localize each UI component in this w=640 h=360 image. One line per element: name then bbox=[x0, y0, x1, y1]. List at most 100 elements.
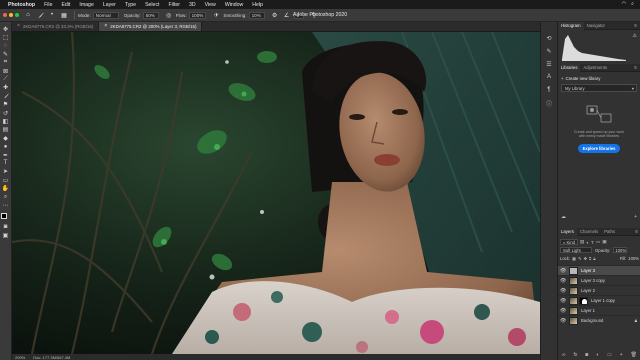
smoothing-settings-icon[interactable]: ⚙ bbox=[270, 11, 280, 20]
lock-all-icon[interactable]: 🔒︎ bbox=[593, 256, 595, 261]
wifi-icon[interactable]: ◠ bbox=[622, 1, 627, 8]
foreground-color-swatch[interactable] bbox=[0, 212, 7, 219]
layer-row[interactable]: 👁︎ Layer 3 bbox=[558, 265, 640, 275]
frame-tool-icon[interactable]: ⊠ bbox=[1, 67, 10, 75]
panel-menu-icon[interactable]: ≡ bbox=[635, 229, 640, 235]
new-group-icon[interactable]: ▭ bbox=[607, 352, 612, 358]
home-icon[interactable]: ⌂ bbox=[23, 11, 33, 20]
move-tool-icon[interactable]: ✥ bbox=[1, 25, 10, 33]
layer-name[interactable]: Layer 2 bbox=[581, 288, 595, 293]
adjustment-filter-icon[interactable]: ◐ bbox=[586, 240, 589, 245]
layer-opacity-input[interactable]: 100% bbox=[613, 247, 628, 253]
brush-presets-icon[interactable]: ✎ bbox=[545, 47, 554, 55]
history-icon[interactable]: ⟲ bbox=[545, 34, 554, 42]
layer-thumbnail[interactable] bbox=[569, 266, 578, 275]
panel-menu-icon[interactable]: ≡ bbox=[634, 23, 640, 29]
add-mask-icon[interactable]: ◙ bbox=[585, 352, 588, 358]
menu-3d[interactable]: 3D bbox=[189, 2, 196, 8]
screen-mode-icon[interactable]: ▣ bbox=[1, 231, 10, 239]
pen-tool-icon[interactable]: ✒ bbox=[1, 151, 10, 159]
menu-layer[interactable]: Layer bbox=[103, 2, 116, 8]
path-selection-tool-icon[interactable]: ➤ bbox=[1, 168, 10, 176]
link-layers-icon[interactable]: ∞ bbox=[562, 352, 566, 358]
shape-filter-icon[interactable]: ▭ bbox=[596, 239, 600, 245]
fill-input[interactable]: 100% bbox=[628, 256, 639, 261]
layer-name[interactable]: Layer 3 copy bbox=[581, 278, 605, 283]
layer-name[interactable]: Layer 3 bbox=[581, 268, 595, 273]
lock-position-icon[interactable]: ✥ bbox=[584, 256, 588, 261]
brush-tool-icon[interactable] bbox=[1, 92, 10, 100]
gradient-tool-icon[interactable]: ▤ bbox=[1, 126, 10, 134]
pixel-filter-icon[interactable]: ▨ bbox=[580, 239, 584, 245]
close-tab-icon[interactable]: × bbox=[104, 22, 107, 31]
menu-view[interactable]: View bbox=[205, 2, 216, 8]
eyedropper-tool-icon[interactable]: ⟋ bbox=[1, 75, 10, 83]
lock-artboard-icon[interactable]: ⌗ bbox=[589, 256, 591, 261]
layer-name[interactable]: Background bbox=[581, 318, 603, 323]
brush-size-icon[interactable]: • bbox=[47, 11, 57, 20]
panel-menu-icon[interactable]: ≡ bbox=[634, 65, 640, 71]
tab-paths[interactable]: Paths bbox=[601, 228, 618, 236]
lock-paint-icon[interactable]: ✎ bbox=[578, 256, 582, 261]
layer-name[interactable]: Layer 1 copy bbox=[591, 298, 615, 303]
tab-layers[interactable]: Layers bbox=[558, 227, 577, 236]
layer-name[interactable]: Layer 1 bbox=[581, 308, 595, 313]
layer-mask-thumbnail[interactable] bbox=[579, 296, 588, 305]
layer-row[interactable]: 👁︎ Layer 2 bbox=[558, 285, 640, 295]
tab-channels[interactable]: Channels bbox=[577, 228, 601, 236]
flow-input[interactable]: 100% bbox=[188, 11, 207, 19]
zoom-window-button[interactable] bbox=[15, 13, 19, 17]
paragraph-icon[interactable]: ¶ bbox=[545, 86, 554, 94]
minimize-window-button[interactable] bbox=[9, 13, 13, 17]
history-brush-tool-icon[interactable]: ↺ bbox=[1, 109, 10, 117]
brush-tool-icon[interactable] bbox=[35, 11, 45, 20]
zoom-level[interactable]: 200% bbox=[15, 355, 25, 360]
info-icon[interactable]: ⓘ bbox=[545, 99, 554, 108]
angle-input[interactable]: 0° bbox=[293, 11, 305, 19]
angle-icon[interactable]: ∠ bbox=[282, 11, 292, 20]
spotlight-icon[interactable]: ⌕ bbox=[631, 1, 634, 8]
layer-style-icon[interactable]: fx bbox=[573, 352, 577, 358]
library-select[interactable]: My Library ▾ bbox=[561, 84, 637, 92]
quick-select-tool-icon[interactable]: ✎ bbox=[1, 50, 10, 58]
lasso-tool-icon[interactable]: ◌ bbox=[1, 42, 10, 50]
layer-thumbnail[interactable] bbox=[569, 316, 578, 325]
tab-histogram[interactable]: Histogram bbox=[558, 21, 584, 30]
opacity-input[interactable]: 50% bbox=[142, 11, 159, 19]
menu-edit[interactable]: Edit bbox=[61, 2, 70, 8]
tab-document-2[interactable]: × 2KDA8775.CR2 @ 200% (Layer 3, RGB/16) bbox=[99, 22, 203, 31]
type-filter-icon[interactable]: T bbox=[591, 240, 594, 245]
visibility-eye-icon[interactable]: 👁︎ bbox=[560, 268, 567, 274]
layer-row[interactable]: 👁︎ Background 🔒︎ bbox=[558, 315, 640, 325]
mode-select[interactable]: Normal bbox=[92, 11, 119, 19]
cloud-icon[interactable]: ☁ bbox=[561, 214, 566, 220]
document-size[interactable]: Doc: 177.3M/567.4M bbox=[33, 355, 70, 360]
menu-help[interactable]: Help bbox=[252, 2, 263, 8]
menu-app[interactable]: Photoshop bbox=[8, 2, 35, 8]
layer-row[interactable]: 👁︎ Layer 1 bbox=[558, 305, 640, 315]
document-canvas[interactable] bbox=[12, 32, 540, 354]
close-tab-icon[interactable]: × bbox=[17, 22, 20, 31]
tab-navigator[interactable]: Navigator bbox=[584, 22, 608, 30]
tab-document-1[interactable]: × 2KDA8775.CR2 @ 33.3% (RGB/16) bbox=[12, 22, 100, 31]
layer-lock-icon[interactable]: 🔒︎ bbox=[635, 318, 637, 323]
explore-libraries-button[interactable]: Explore libraries bbox=[578, 143, 620, 153]
brush-settings-icon[interactable]: ▦ bbox=[59, 11, 69, 20]
smart-object-filter-icon[interactable]: ▣ bbox=[602, 239, 606, 245]
menu-image[interactable]: Image bbox=[79, 2, 93, 8]
layer-thumbnail[interactable] bbox=[569, 276, 578, 285]
kind-select[interactable]: ⌕ Kind bbox=[560, 239, 578, 245]
crop-tool-icon[interactable]: ⌗ bbox=[1, 59, 10, 67]
menu-file[interactable]: File bbox=[44, 2, 52, 8]
menu-type[interactable]: Type bbox=[125, 2, 136, 8]
layer-row[interactable]: 👁︎ Layer 3 copy bbox=[558, 275, 640, 285]
properties-icon[interactable]: ☰ bbox=[545, 60, 554, 68]
adjustment-layer-icon[interactable]: ◐ bbox=[596, 352, 599, 358]
color-swatches[interactable] bbox=[0, 212, 11, 223]
delete-layer-icon[interactable]: 🗑︎ bbox=[631, 352, 637, 358]
menu-window[interactable]: Window bbox=[225, 2, 243, 8]
cache-warning-icon[interactable]: ⚠ bbox=[633, 33, 637, 39]
type-tool-icon[interactable]: T bbox=[1, 159, 10, 167]
close-window-button[interactable] bbox=[3, 13, 7, 17]
rectangle-tool-icon[interactable]: ▭ bbox=[1, 176, 10, 184]
